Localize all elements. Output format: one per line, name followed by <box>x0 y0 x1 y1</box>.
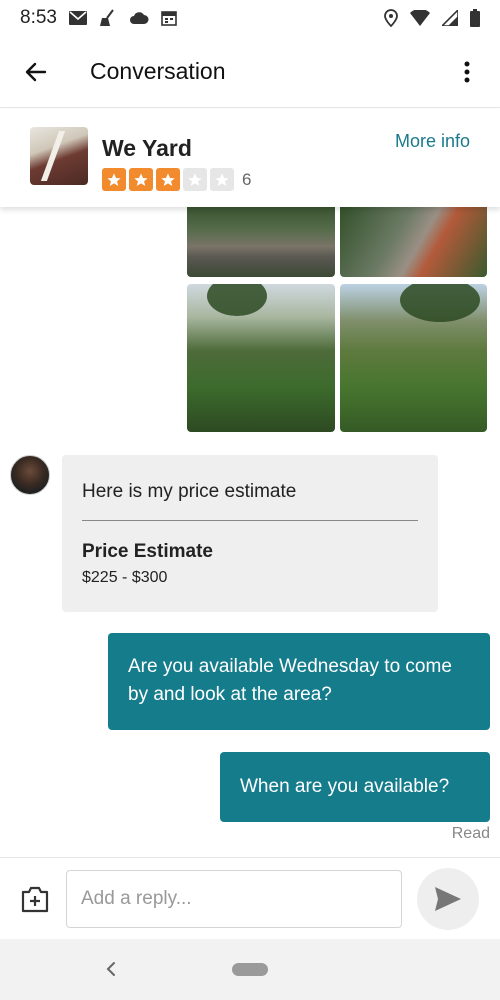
star-empty-icon <box>183 168 207 191</box>
page-title: Conversation <box>90 58 226 84</box>
yard-photo[interactable] <box>340 207 487 277</box>
broom-icon <box>99 9 117 27</box>
signal-icon <box>442 10 458 26</box>
listing-name: We Yard <box>102 135 192 161</box>
status-left: 8:53 <box>20 7 177 29</box>
yard-photo[interactable] <box>340 284 487 432</box>
back-button[interactable] <box>18 54 54 90</box>
message-text: Here is my price estimate <box>82 481 297 502</box>
nav-back-button[interactable] <box>103 957 119 981</box>
system-nav-bar <box>0 939 500 1000</box>
cloud-icon <box>129 11 149 25</box>
incoming-message: Here is my price estimate Price Estimate… <box>62 455 438 612</box>
more-vert-icon <box>464 61 470 82</box>
send-button[interactable] <box>417 867 479 930</box>
outgoing-message: Are you available Wednesday to come by a… <box>108 633 490 730</box>
more-menu-button[interactable] <box>452 54 482 90</box>
status-bar: 8:53 <box>0 0 500 36</box>
add-photo-button[interactable] <box>18 882 52 916</box>
conversation-thread[interactable]: Here is my price estimate Price Estimate… <box>0 207 500 857</box>
estimate-range: $225 - $300 <box>82 569 168 586</box>
add-photo-icon <box>21 886 49 912</box>
battery-icon <box>470 9 480 27</box>
more-info-link[interactable]: More info <box>395 131 470 152</box>
divider <box>82 520 418 521</box>
listing-header: We Yard 6 More info <box>0 109 500 207</box>
star-icon <box>129 168 153 191</box>
status-time: 8:53 <box>20 7 57 28</box>
yard-photo[interactable] <box>187 207 335 277</box>
star-rating: 6 <box>102 168 395 191</box>
star-icon <box>156 168 180 191</box>
app-bar: Conversation <box>0 36 500 108</box>
wifi-icon <box>410 10 430 26</box>
chevron-left-icon <box>106 962 115 976</box>
outgoing-message: When are you available? <box>220 752 490 822</box>
yard-photo[interactable] <box>187 284 335 432</box>
location-icon <box>384 9 398 27</box>
estimate-title: Price Estimate <box>82 541 213 562</box>
reply-input[interactable] <box>66 869 402 928</box>
mail-icon <box>68 11 87 25</box>
listing-thumbnail[interactable] <box>30 127 88 185</box>
send-icon <box>435 886 461 911</box>
read-status: Read <box>451 825 490 842</box>
status-right <box>384 9 480 27</box>
review-count: 6 <box>242 169 252 189</box>
listing-info: We Yard 6 <box>102 127 395 191</box>
calendar-icon <box>161 10 177 26</box>
star-icon <box>102 168 126 191</box>
reply-bar <box>0 857 500 939</box>
nav-home-button[interactable] <box>232 963 268 976</box>
avatar[interactable] <box>10 455 50 495</box>
tree-shape <box>400 284 480 322</box>
arrow-left-icon <box>25 62 47 81</box>
tree-shape <box>207 284 267 316</box>
star-empty-icon <box>210 168 234 191</box>
